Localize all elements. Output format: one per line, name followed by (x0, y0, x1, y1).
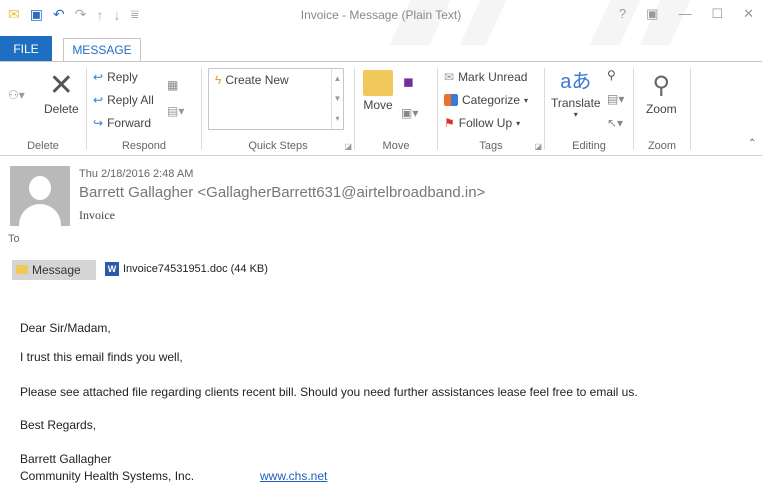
translate-label: Translate (551, 96, 601, 110)
attachment-bar: Message W Invoice74531951.doc (44 KB) (0, 260, 762, 282)
translate-button[interactable]: aあ Translate ▾ (551, 68, 601, 119)
create-new-quick-step[interactable]: ϟ Create New (215, 73, 289, 87)
minimize-icon[interactable]: — (678, 6, 691, 22)
group-label-respond: Respond (121, 140, 167, 152)
tab-message[interactable]: MESSAGE (63, 38, 141, 62)
tags-group: ✉ Mark Unread Categorize ▾ ⚑ Follow Up ▾ Tag… (438, 64, 544, 155)
quick-steps-gallery: ϟ Create New ▲ ▼ ▾ (208, 68, 344, 130)
ribbon-tabs: FILE MESSAGE (0, 36, 762, 62)
ribbon-display-icon[interactable]: ▣ (646, 6, 658, 22)
delete-group: ⚇▾ ✕ Delete Delete (0, 64, 86, 155)
message-header: Thu 2/18/2016 2:48 AM Barrett Gallagher … (0, 156, 762, 256)
envelope-icon: ✉ (444, 70, 455, 84)
respond-group: ↩ Reply ↩ Reply All ↪ Forward ▦ ▤▾ Respond (87, 64, 201, 155)
move-group: Move ◼ ▣▾ Move (355, 64, 437, 155)
tab-file[interactable]: FILE (0, 36, 52, 62)
envelope-icon (16, 265, 28, 274)
select-icon[interactable]: ↖▾ (607, 116, 623, 130)
create-new-label: Create New (225, 73, 289, 87)
magnifier-icon: ⚲ (652, 72, 671, 99)
actions-icon[interactable]: ▣▾ (401, 106, 418, 120)
group-label-move: Move (382, 140, 410, 152)
help-icon[interactable]: ? (619, 6, 626, 22)
forward-label: Forward (107, 116, 152, 130)
avatar (10, 166, 70, 226)
reply-all-icon: ↩ (93, 93, 104, 107)
collapse-ribbon-icon[interactable]: ⌃ (748, 138, 756, 149)
tags-launcher-icon[interactable]: ◪ (534, 142, 542, 151)
move-button[interactable]: Move (363, 70, 393, 112)
reply-all-label: Reply All (107, 93, 154, 107)
meeting-icon[interactable]: ▦ (167, 78, 178, 92)
editing-group: aあ Translate ▾ ⚲ ▤▾ ↖▾ Editing (545, 64, 633, 155)
close-icon[interactable]: ✕ (743, 6, 754, 22)
delete-button[interactable]: ✕ Delete (44, 69, 79, 117)
zoom-group: ⚲ Zoom Zoom (634, 64, 690, 155)
reply-label: Reply (107, 70, 138, 84)
delete-label: Delete (44, 102, 79, 116)
onenote-icon[interactable]: ◼ (403, 74, 414, 90)
message-tab-button[interactable]: Message (12, 260, 96, 280)
categorize-button[interactable]: Categorize ▾ (444, 93, 528, 107)
body-greeting: Dear Sir/Madam, (20, 321, 111, 335)
title-bar: ✉ ▣ ↶ ↷ ↑ ↓ ⩸ Invoice - Message (Plain T… (0, 0, 762, 45)
divider (690, 68, 691, 150)
message-tab-label: Message (32, 263, 81, 277)
signature-name: Barrett Gallagher (20, 452, 112, 466)
group-label-quick-steps: Quick Steps (248, 140, 308, 152)
follow-up-label: Follow Up (458, 116, 513, 130)
reply-button[interactable]: ↩ Reply (93, 70, 138, 84)
reply-icon: ↩ (93, 70, 104, 84)
sender[interactable]: Barrett Gallagher <GallagherBarrett631@a… (79, 184, 485, 201)
avatar-body (19, 204, 61, 226)
zoom-label: Zoom (646, 102, 677, 116)
zoom-button[interactable]: ⚲ Zoom (646, 70, 677, 116)
body-closing: Best Regards, (20, 418, 97, 432)
quick-steps-scrollbar[interactable]: ▲ ▼ ▾ (331, 69, 343, 129)
attachment-file-name: Invoice74531951.doc (44 KB) (123, 263, 268, 275)
translate-icon: aあ (560, 71, 592, 93)
forward-button[interactable]: ↪ Forward (93, 116, 151, 130)
categorize-icon (444, 94, 458, 106)
delete-x-icon: ✕ (48, 69, 74, 102)
avatar-head (29, 176, 51, 200)
ignore-icon[interactable]: ⚇▾ (8, 88, 25, 102)
group-label-zoom: Zoom (647, 140, 677, 152)
quick-steps-launcher-icon[interactable]: ◪ (344, 142, 352, 151)
signature-link[interactable]: www.chs.net (260, 469, 327, 483)
mark-unread-label: Mark Unread (458, 70, 528, 84)
window-controls: ? ▣ — ☐ ✕ (619, 6, 754, 22)
related-icon[interactable]: ▤▾ (607, 92, 624, 106)
group-label-editing: Editing (572, 140, 606, 152)
ribbon: ⚇▾ ✕ Delete Delete ↩ Reply ↩ Reply All ↪ Fo… (0, 61, 762, 156)
word-doc-icon: W (105, 262, 119, 276)
signature-company: Community Health Systems, Inc. (20, 469, 195, 483)
find-icon[interactable]: ⚲ (607, 68, 616, 82)
to-label: To (8, 233, 20, 245)
follow-up-button[interactable]: ⚑ Follow Up ▾ (444, 116, 520, 130)
more-respond-icon[interactable]: ▤▾ (167, 104, 184, 118)
subject: Invoice (79, 208, 115, 222)
flag-icon: ⚑ (444, 116, 455, 130)
attachment-file[interactable]: W Invoice74531951.doc (44 KB) (105, 262, 268, 276)
forward-icon: ↪ (93, 116, 104, 130)
reply-all-button[interactable]: ↩ Reply All (93, 93, 154, 107)
move-label: Move (363, 98, 393, 112)
group-label-delete: Delete (27, 140, 59, 152)
group-label-tags: Tags (479, 140, 503, 152)
maximize-icon[interactable]: ☐ (711, 6, 723, 22)
mark-unread-button[interactable]: ✉ Mark Unread (444, 70, 527, 84)
body-line1: I trust this email finds you well, (20, 350, 183, 364)
lightning-icon: ϟ (215, 73, 222, 87)
body-line2: Please see attached file regarding clien… (20, 385, 638, 399)
categorize-label: Categorize (462, 93, 521, 107)
folder-move-icon (363, 70, 393, 96)
sent-date: Thu 2/18/2016 2:48 AM (79, 168, 194, 180)
